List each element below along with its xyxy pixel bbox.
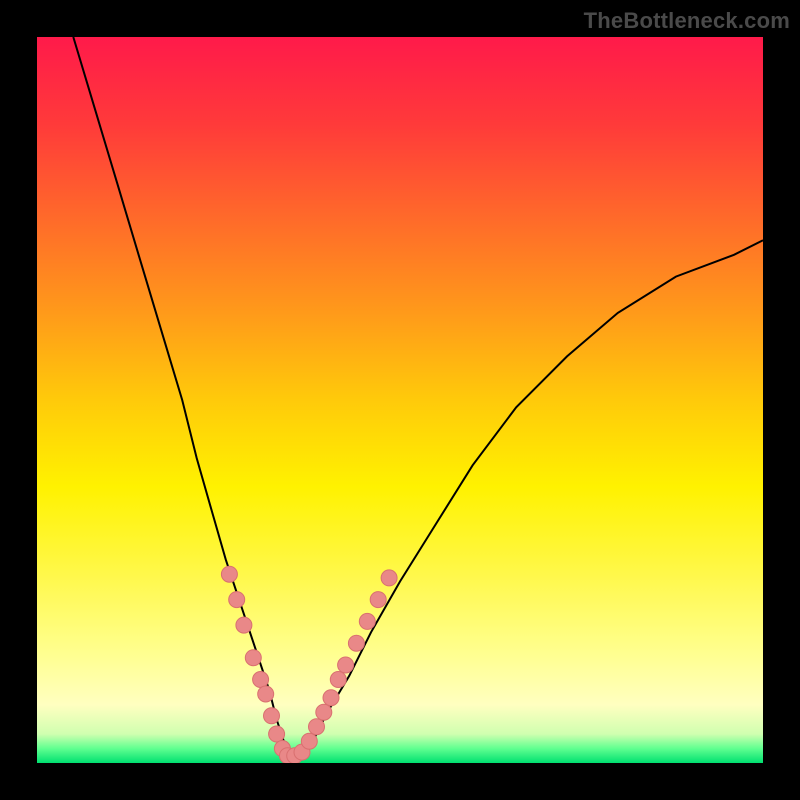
- curve-marker: [236, 617, 252, 633]
- curve-marker: [348, 635, 364, 651]
- curve-marker: [221, 566, 237, 582]
- curve-markers: [221, 566, 397, 763]
- curve-marker: [229, 592, 245, 608]
- curve-marker: [330, 672, 346, 688]
- curve-marker: [258, 686, 274, 702]
- curve-marker: [323, 690, 339, 706]
- chart-svg: [37, 37, 763, 763]
- chart-frame: TheBottleneck.com: [0, 0, 800, 800]
- curve-marker: [245, 650, 261, 666]
- curve-marker: [301, 733, 317, 749]
- curve-marker: [338, 657, 354, 673]
- curve-marker: [309, 719, 325, 735]
- curve-marker: [253, 672, 269, 688]
- curve-marker: [264, 708, 280, 724]
- curve-marker: [381, 570, 397, 586]
- curve-marker: [359, 613, 375, 629]
- bottleneck-curve: [73, 37, 763, 756]
- watermark-text: TheBottleneck.com: [584, 8, 790, 34]
- curve-marker: [316, 704, 332, 720]
- curve-marker: [269, 726, 285, 742]
- plot-area: [37, 37, 763, 763]
- curve-marker: [370, 592, 386, 608]
